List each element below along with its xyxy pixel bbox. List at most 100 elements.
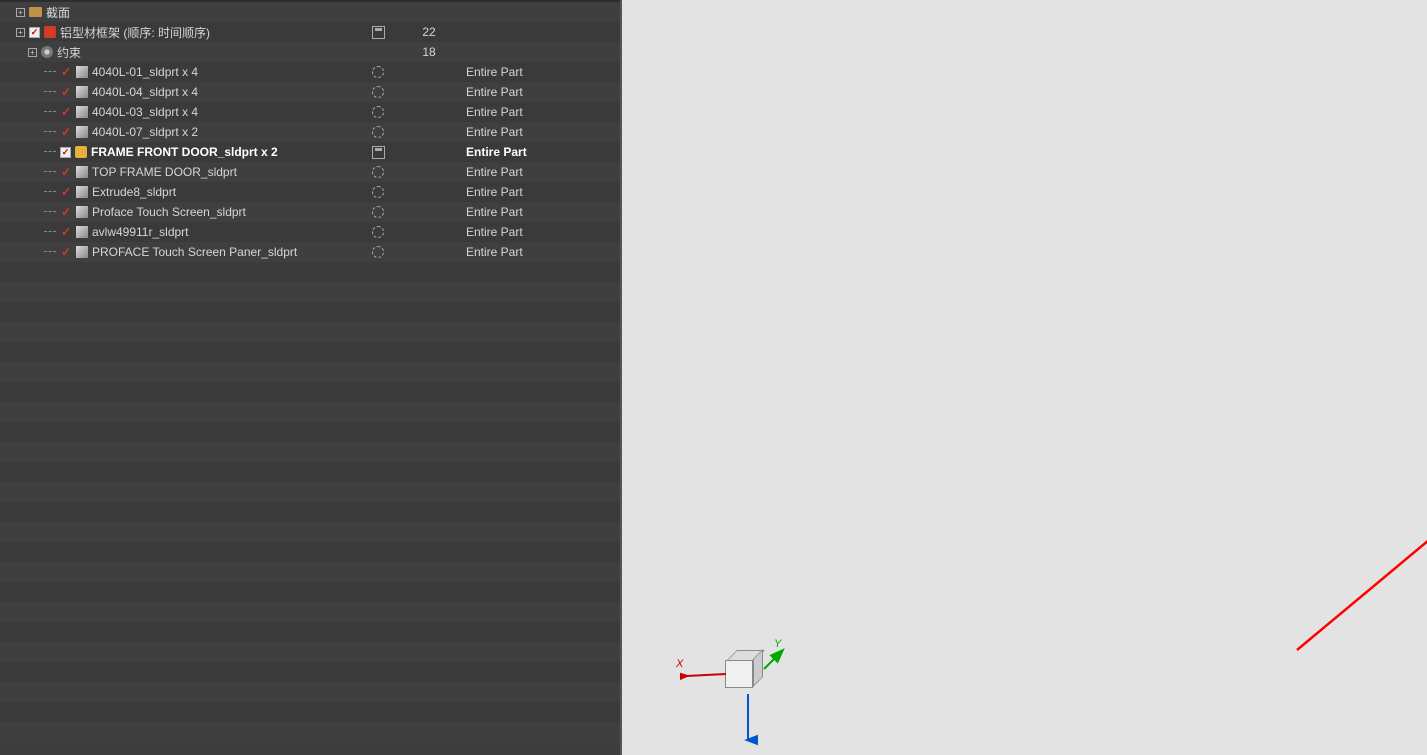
row-mode-cell: Entire Part [466,242,606,262]
tree-row-empty [0,642,620,662]
row-mode-cell [466,2,606,22]
row-qty-cell [404,242,454,262]
part-active-icon [75,146,87,158]
check-icon: ✓ [60,85,72,99]
row-mode-cell: Entire Part [466,142,606,162]
part-icon [76,106,88,118]
tree-row[interactable]: ✓ TOP FRAME DOOR_sldprt Entire Part [0,162,620,182]
part-icon [76,166,88,178]
tree-row[interactable]: ✓ PROFACE Touch Screen Paner_sldprt Entire… [0,242,620,262]
row-mode-cell: Entire Part [466,202,606,222]
tree-row[interactable]: FRAME FRONT DOOR_sldprt x 2Entire Part [0,142,620,162]
tree-row[interactable]: ✓4040L-03_sldprt x 4Entire Part [0,102,620,122]
tree-branch-icon [44,146,56,158]
tree-item-label: 4040L-04_sldprt x 4 [92,85,198,99]
part-icon [76,186,88,198]
tree-row-empty [0,402,620,422]
tree-row[interactable]: +截面 [0,2,620,22]
tree-row-empty [0,322,620,342]
axis-cube[interactable] [725,650,765,690]
annotation-arrow [1277,430,1427,660]
tree-item-label: PROFACE Touch Screen Paner_sldprt [92,245,297,259]
tree-row-empty [0,622,620,642]
row-mode-cell: Entire Part [466,162,606,182]
row-qty-cell: 22 [404,22,454,42]
axis-z-arrow [738,694,758,750]
tree-branch-icon [44,206,56,218]
tree-row[interactable]: ✓avlw49911r_sldprtEntire Part [0,222,620,242]
tree-branch-icon [44,226,56,238]
save-icon [372,146,385,159]
row-mode-cell [466,42,606,62]
display-mode-icon [372,106,384,118]
check-icon: ✓ [60,165,72,179]
tree-row-empty [0,682,620,702]
part-icon [76,226,88,238]
expand-icon[interactable]: + [16,8,25,17]
tree-item-label: 4040L-03_sldprt x 4 [92,105,198,119]
3d-viewport[interactable]: X Y [620,0,1427,755]
display-mode-icon [372,66,384,78]
row-qty-cell [404,82,454,102]
check-icon: ✓ [60,185,72,199]
tree-branch-icon [44,186,56,198]
row-mode-cell: Entire Part [466,62,606,82]
tree-row-empty [0,662,620,682]
tree-row[interactable]: ✓4040L-04_sldprt x 4Entire Part [0,82,620,102]
row-status-cell [365,162,391,182]
assembly-tree-panel: 信息 关 包 数量 对象集 +截面+铝型材框架 (顺序: 时间顺序)22+约束1… [0,0,620,755]
tree-row-empty [0,422,620,442]
check-icon: ✓ [60,245,72,259]
display-mode-icon [372,206,384,218]
tree-row-empty [0,482,620,502]
check-icon: ✓ [60,105,72,119]
tree-row-empty [0,442,620,462]
tree-row[interactable]: ✓ 4040L-01_sldprt x 4 Entire Part [0,62,620,82]
display-mode-icon [372,186,384,198]
tree-row[interactable]: + 铝型材框架 (顺序: 时间顺序) 22 [0,22,620,42]
check-icon: ✓ [60,65,72,79]
part-icon [76,246,88,258]
row-status-cell [365,102,391,122]
tree-row[interactable]: +约束18 [0,42,620,62]
part-icon [76,206,88,218]
tree-row-empty [0,562,620,582]
tree-row[interactable]: ✓Extrude8_sldprtEntire Part [0,182,620,202]
axis-x-label: X [676,658,683,670]
display-mode-icon [372,246,384,258]
tree-item-label: 约束 [57,44,81,61]
checkbox-icon[interactable] [60,147,71,158]
row-status-cell [365,22,391,42]
tree-row[interactable]: ✓Proface Touch Screen_sldprtEntire Part [0,202,620,222]
tree-item-label: 铝型材框架 (顺序: 时间顺序) [60,24,210,41]
row-qty-cell [404,62,454,82]
tree-row[interactable]: ✓4040L-07_sldprt x 2Entire Part [0,122,620,142]
tree-row-empty [0,362,620,382]
row-status-cell [365,82,391,102]
tree-branch-icon [44,86,56,98]
display-mode-icon [372,226,384,238]
tree-item-label: TOP FRAME DOOR_sldprt [92,165,237,179]
save-icon [372,26,385,39]
row-status-cell [365,242,391,262]
row-status-cell [365,122,391,142]
tree-branch-icon [44,66,56,78]
checkbox-icon[interactable] [29,27,40,38]
row-mode-cell: Entire Part [466,122,606,142]
expand-icon[interactable]: + [16,28,25,37]
tree-item-label: 4040L-07_sldprt x 2 [92,125,198,139]
tree-branch-icon [44,106,56,118]
part-icon [76,86,88,98]
row-status-cell [365,2,391,22]
assembly-icon [44,26,56,38]
tree-row-empty [0,462,620,482]
display-mode-icon [372,126,384,138]
tree-row-empty [0,302,620,322]
row-qty-cell [404,202,454,222]
axis-x-arrow [680,662,730,682]
part-icon [76,66,88,78]
row-mode-cell: Entire Part [466,182,606,202]
expand-icon[interactable]: + [28,48,37,57]
row-qty-cell [404,142,454,162]
tree-item-label: 4040L-01_sldprt x 4 [92,65,198,79]
